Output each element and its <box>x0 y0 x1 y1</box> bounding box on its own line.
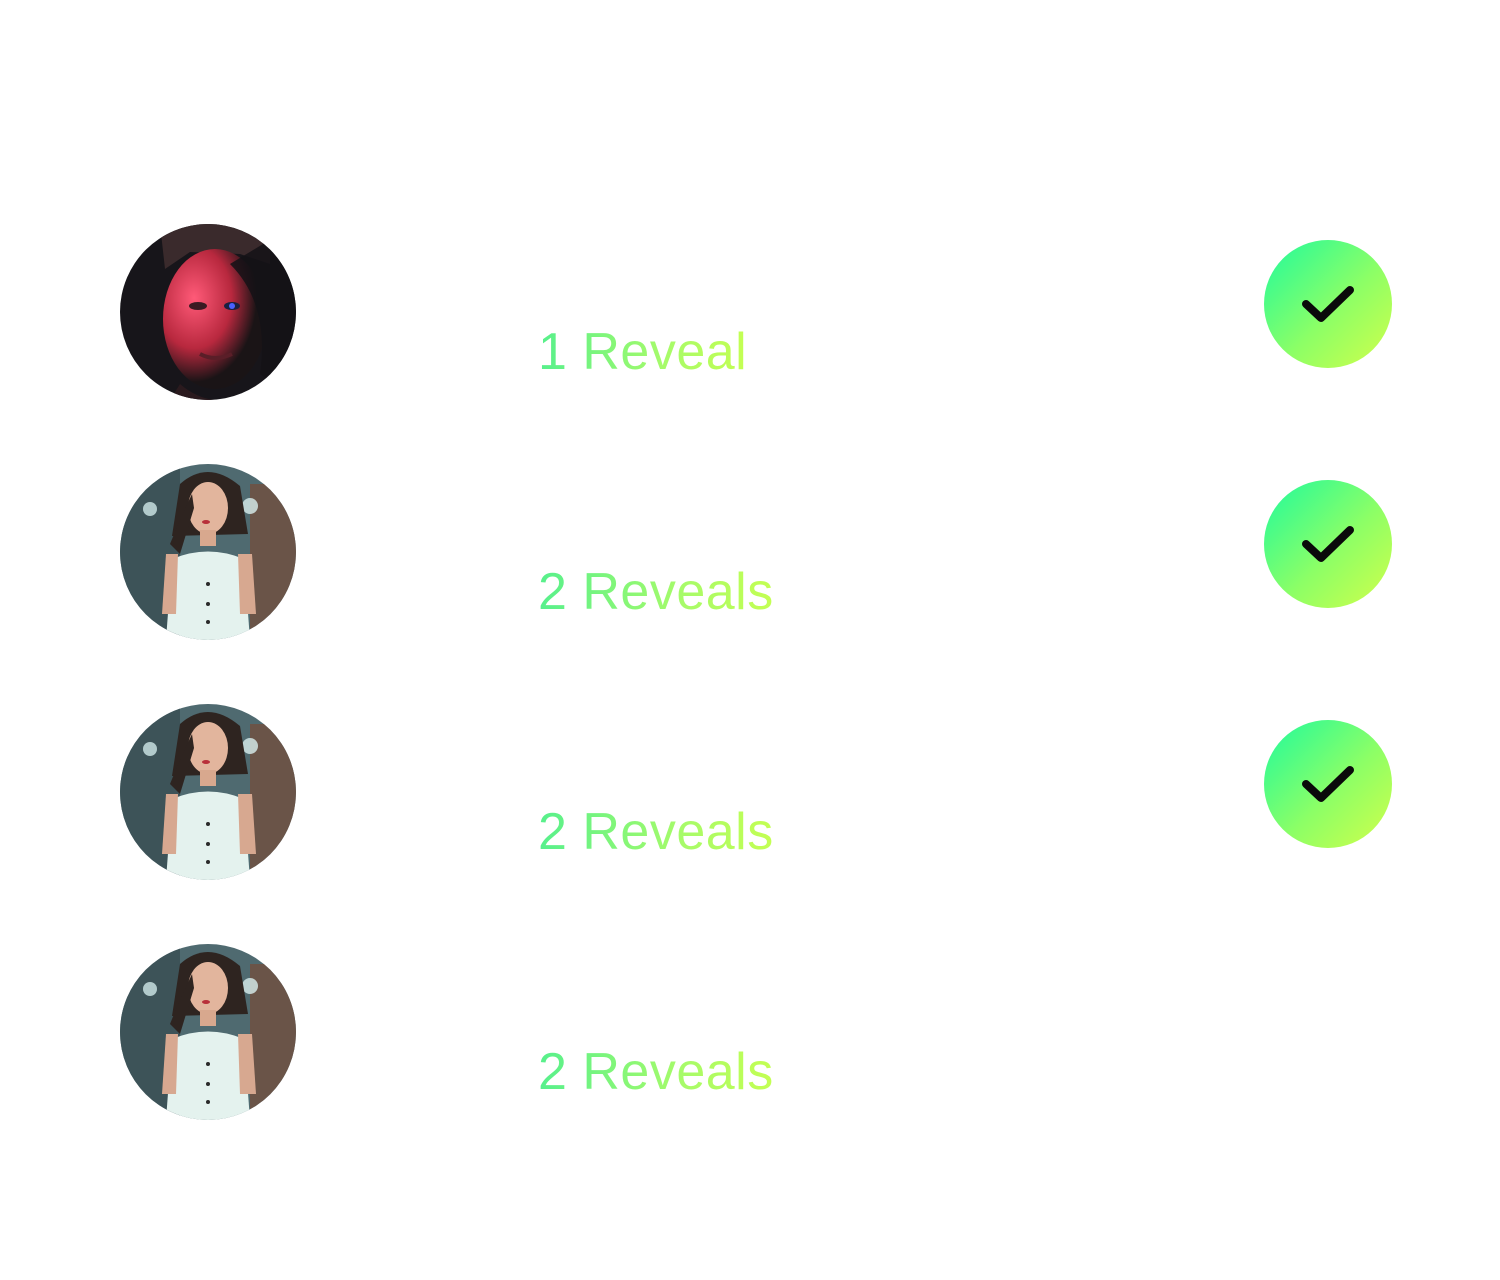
check-button[interactable] <box>1264 720 1392 848</box>
check-button[interactable] <box>1264 240 1392 368</box>
avatar <box>120 224 296 400</box>
check-icon <box>1302 286 1354 322</box>
check-icon <box>1302 526 1354 562</box>
reveal-count-label: 2 Reveals <box>538 1043 774 1101</box>
list-item[interactable]: 2 Reveals <box>0 464 1500 640</box>
list-item[interactable]: 2 Reveals <box>0 944 1500 1120</box>
avatar-woman-image <box>120 464 296 640</box>
avatar <box>120 704 296 880</box>
check-button[interactable] <box>1264 480 1392 608</box>
avatar <box>120 944 296 1120</box>
avatar <box>120 464 296 640</box>
list-item[interactable]: 1 Reveal <box>0 224 1500 400</box>
reveal-count-label: 1 Reveal <box>538 323 748 381</box>
avatar-man-image <box>120 224 296 400</box>
check-icon <box>1302 766 1354 802</box>
reveal-count-label: 2 Reveals <box>538 563 774 621</box>
avatar-woman-image <box>120 944 296 1120</box>
avatar-woman-image <box>120 704 296 880</box>
reveals-list: 1 Reveal 2 Reveals 2 Reveals 2 Reveals <box>0 0 1500 1280</box>
list-item[interactable]: 2 Reveals <box>0 704 1500 880</box>
reveal-count-label: 2 Reveals <box>538 803 774 861</box>
